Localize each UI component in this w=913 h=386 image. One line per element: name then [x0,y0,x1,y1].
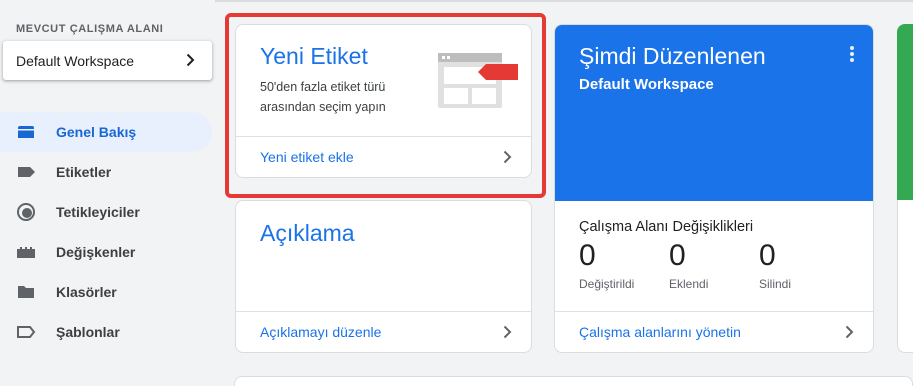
workspace-label: MEVCUT ÇALIŞMA ALANI [16,23,164,35]
tag-icon [16,162,36,182]
workspace-changes-title: Çalışma Alanı Değişiklikleri [579,219,754,235]
sidebar-item-folders[interactable]: Klasörler [0,272,218,312]
sidebar-item-label: Genel Bakış [56,124,137,140]
now-editing-card: Şimdi Düzenlenen Default Workspace Çalış… [554,24,874,353]
highlight-box [225,13,546,198]
stat-label: Eklendi [669,277,709,291]
stat-value: 0 [669,239,686,272]
workspace-name: Default Workspace [16,52,135,69]
edit-description-link[interactable]: Açıklamayı düzenle [236,311,531,352]
sidebar-item-triggers[interactable]: Tetikleyiciler [0,192,218,232]
sidebar-item-label: Tetikleyiciler [56,204,140,220]
next-card-edge [897,200,913,353]
chevron-right-icon [845,325,854,339]
trigger-icon [16,202,36,222]
now-editing-title: Şimdi Düzenlenen [579,43,766,69]
sidebar-item-tags[interactable]: Etiketler [0,152,218,192]
description-card: Açıklama Açıklamayı düzenle [235,200,532,353]
sidebar-item-templates[interactable]: Şablonlar [0,312,218,352]
manage-workspaces-link[interactable]: Çalışma alanlarını yönetin [555,311,873,352]
sidebar: MEVCUT ÇALIŞMA ALANI Default Workspace G… [0,0,218,386]
sidebar-item-overview[interactable]: Genel Bakış [0,112,212,152]
folder-icon [16,282,36,302]
workspace-selector[interactable]: Default Workspace [3,41,212,80]
description-title: Açıklama [260,220,355,246]
stat-deleted: 0 Silindi [759,239,791,291]
chevron-right-icon [503,325,512,339]
overview-icon [16,122,36,142]
sidebar-item-label: Etiketler [56,164,112,180]
manage-workspaces-label: Çalışma alanlarını yönetin [579,324,741,340]
bottom-card-edge [234,376,913,386]
now-editing-workspace: Default Workspace [579,76,714,93]
sidebar-nav: Genel Bakış Etiketler Tetikleyiciler Değ… [0,112,218,352]
stat-added: 0 Eklendi [669,239,708,291]
top-divider [215,0,913,2]
variables-icon [16,242,36,262]
next-card-header-edge [897,24,913,201]
more-vert-icon[interactable] [849,45,855,63]
sidebar-item-label: Klasörler [56,284,117,300]
stat-value: 0 [579,239,596,272]
stat-label: Değiştirildi [579,277,635,291]
sidebar-item-label: Şablonlar [56,324,120,340]
stat-modified: 0 Değiştirildi [579,239,634,291]
chevron-right-icon [186,53,195,67]
sidebar-item-label: Değişkenler [56,244,136,260]
sidebar-item-variables[interactable]: Değişkenler [0,232,218,272]
now-editing-header: Şimdi Düzenlenen Default Workspace [555,25,873,201]
stat-value: 0 [759,239,776,272]
template-icon [16,322,36,342]
edit-description-label: Açıklamayı düzenle [260,324,382,340]
stat-label: Silindi [759,277,792,291]
